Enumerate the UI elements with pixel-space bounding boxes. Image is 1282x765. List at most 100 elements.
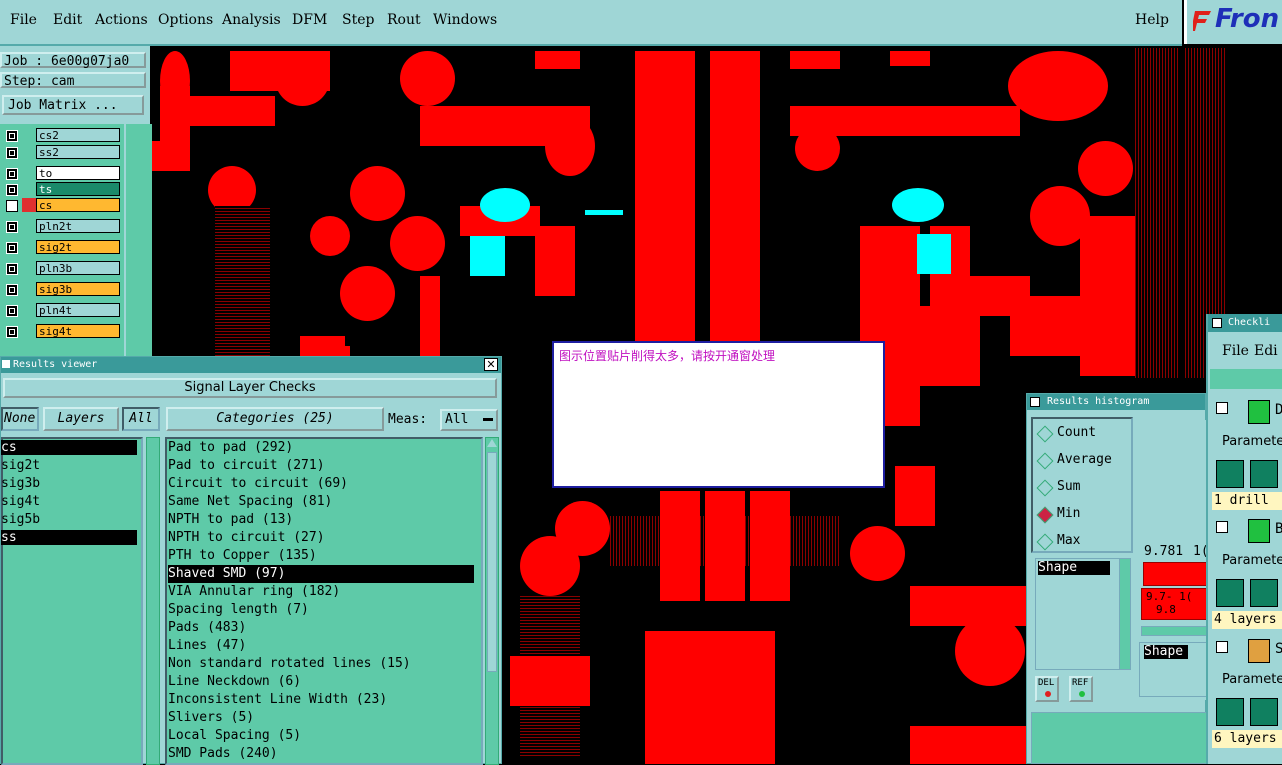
window-menu-icon[interactable] [1212, 318, 1222, 328]
menu-step[interactable]: Step [342, 12, 374, 28]
category-item[interactable]: Slivers (5) [168, 709, 254, 727]
layer-row[interactable]: pln4t [2, 303, 120, 318]
option-average[interactable]: Average [1057, 452, 1112, 467]
check-icon[interactable] [1216, 641, 1228, 653]
run-icon[interactable] [1250, 579, 1278, 607]
layer-name[interactable]: pln4t [36, 303, 120, 317]
result-layers-scrollbar[interactable] [146, 437, 160, 765]
option-sum[interactable]: Sum [1057, 479, 1080, 494]
layer-checkbox[interactable] [6, 326, 18, 338]
layers-button[interactable]: Layers [43, 407, 119, 431]
menu-edit[interactable]: Edi [1254, 343, 1278, 359]
menu-help[interactable]: Help [1135, 12, 1169, 28]
window-menu-icon[interactable] [1030, 397, 1040, 407]
layer-list-scrollbar[interactable] [124, 124, 152, 356]
menu-actions[interactable]: Actions [95, 12, 148, 28]
run-icon[interactable] [1250, 460, 1278, 488]
result-layer-item[interactable]: sig2t [1, 458, 137, 473]
layer-row[interactable]: sig4t [2, 324, 120, 339]
result-layer-item[interactable]: ss [1, 530, 137, 545]
window-menu-icon[interactable] [2, 360, 10, 368]
layer-checkbox[interactable] [6, 168, 18, 180]
layer-checkbox[interactable] [6, 221, 18, 233]
del-button[interactable]: DEL [1035, 676, 1059, 702]
layer-name[interactable]: to [36, 166, 120, 180]
run-icon[interactable] [1216, 698, 1244, 726]
layer-row[interactable]: ts [2, 182, 120, 197]
close-icon[interactable]: ✕ [484, 358, 498, 371]
category-item[interactable]: Lines (47) [168, 637, 246, 655]
layer-name[interactable]: cs2 [36, 128, 120, 142]
layer-checkbox[interactable] [6, 147, 18, 159]
layer-checkbox[interactable] [6, 130, 18, 142]
categories-scrollbar[interactable] [485, 437, 499, 765]
category-item[interactable]: Spacing length (7) [168, 601, 309, 619]
menu-dfm[interactable]: DFM [292, 12, 327, 28]
meas-dropdown[interactable]: All [440, 409, 498, 431]
layer-checkbox[interactable] [6, 184, 18, 196]
layer-name[interactable]: pln3b [36, 261, 120, 275]
layer-row[interactable]: pln3b [2, 261, 120, 276]
layer-checkbox[interactable] [6, 284, 18, 296]
result-layer-item[interactable]: sig5b [1, 512, 137, 527]
check-icon[interactable] [1216, 402, 1228, 414]
category-item[interactable]: Same Net Spacing (81) [168, 493, 332, 511]
run-icon[interactable] [1216, 460, 1244, 488]
layer-name[interactable]: ss2 [36, 145, 120, 159]
layer-name[interactable]: sig4t [36, 324, 120, 338]
layer-name[interactable]: sig2t [36, 240, 120, 254]
menu-windows[interactable]: Windows [433, 12, 497, 28]
select-all-button[interactable]: All [122, 407, 160, 431]
option-count[interactable]: Count [1057, 425, 1096, 440]
layer-checkbox[interactable] [6, 305, 18, 317]
menu-options[interactable]: Options [158, 12, 213, 28]
category-item[interactable]: Pad to circuit (271) [168, 457, 325, 475]
option-max[interactable]: Max [1057, 533, 1080, 548]
run-icon[interactable] [1250, 698, 1278, 726]
layer-row[interactable]: sig2t [2, 240, 120, 255]
checklist-titlebar[interactable]: Checkli [1208, 314, 1282, 332]
result-layer-item[interactable]: cs [1, 440, 137, 455]
job-matrix-button[interactable]: Job Matrix ... [2, 95, 144, 115]
category-item[interactable]: Non standard rotated lines (15) [168, 655, 411, 673]
shape-item[interactable]: Shape [1038, 561, 1110, 575]
menu-edit[interactable]: Edit [53, 12, 82, 28]
category-item[interactable]: Local Spacing (5) [168, 727, 301, 745]
layer-name[interactable]: cs [36, 198, 120, 212]
layer-name[interactable]: ts [36, 182, 120, 196]
select-none-button[interactable]: None [1, 407, 39, 431]
category-item[interactable]: VIA Annular ring (182) [168, 583, 340, 601]
result-layer-item[interactable]: sig4t [1, 494, 137, 509]
check-icon[interactable] [1216, 521, 1228, 533]
layer-row[interactable]: sig3b [2, 282, 120, 297]
layer-row[interactable]: cs2 [2, 128, 120, 143]
layer-checkbox[interactable] [6, 200, 18, 212]
ref-button[interactable]: REF [1069, 676, 1093, 702]
category-item-selected[interactable]: Shaved SMD (97) [168, 565, 474, 583]
run-icon[interactable] [1216, 579, 1244, 607]
layer-row[interactable]: to [2, 166, 120, 181]
category-item[interactable]: Circuit to circuit (69) [168, 475, 348, 493]
category-item[interactable]: NPTH to pad (13) [168, 511, 293, 529]
menu-rout[interactable]: Rout [387, 12, 421, 28]
category-item[interactable]: Inconsistent Line Width (23) [168, 691, 387, 709]
shape-scrollbar[interactable] [1119, 558, 1131, 670]
layer-row[interactable]: pln2t [2, 219, 120, 234]
option-min[interactable]: Min [1057, 506, 1080, 521]
menu-analysis[interactable]: Analysis [222, 12, 281, 28]
category-item[interactable]: Line Neckdown (6) [168, 673, 301, 691]
shape-item[interactable]: Shape [1144, 645, 1188, 659]
histogram-titlebar[interactable]: Results histogram [1027, 394, 1205, 410]
menu-file[interactable]: File [1222, 343, 1249, 359]
categories-button[interactable]: Categories (25) [166, 407, 384, 431]
layer-row-active[interactable]: cs [2, 198, 120, 213]
category-item[interactable]: NPTH to circuit (27) [168, 529, 325, 547]
histogram-hscroll[interactable] [1141, 626, 1207, 636]
menu-file[interactable]: File [10, 12, 37, 28]
results-viewer-titlebar[interactable]: Results viewer ✕ [1, 357, 501, 373]
layer-name[interactable]: pln2t [36, 219, 120, 233]
scroll-up-icon[interactable] [487, 439, 497, 447]
layer-row[interactable]: ss2 [2, 145, 120, 160]
result-layer-item[interactable]: sig3b [1, 476, 137, 491]
layer-name[interactable]: sig3b [36, 282, 120, 296]
